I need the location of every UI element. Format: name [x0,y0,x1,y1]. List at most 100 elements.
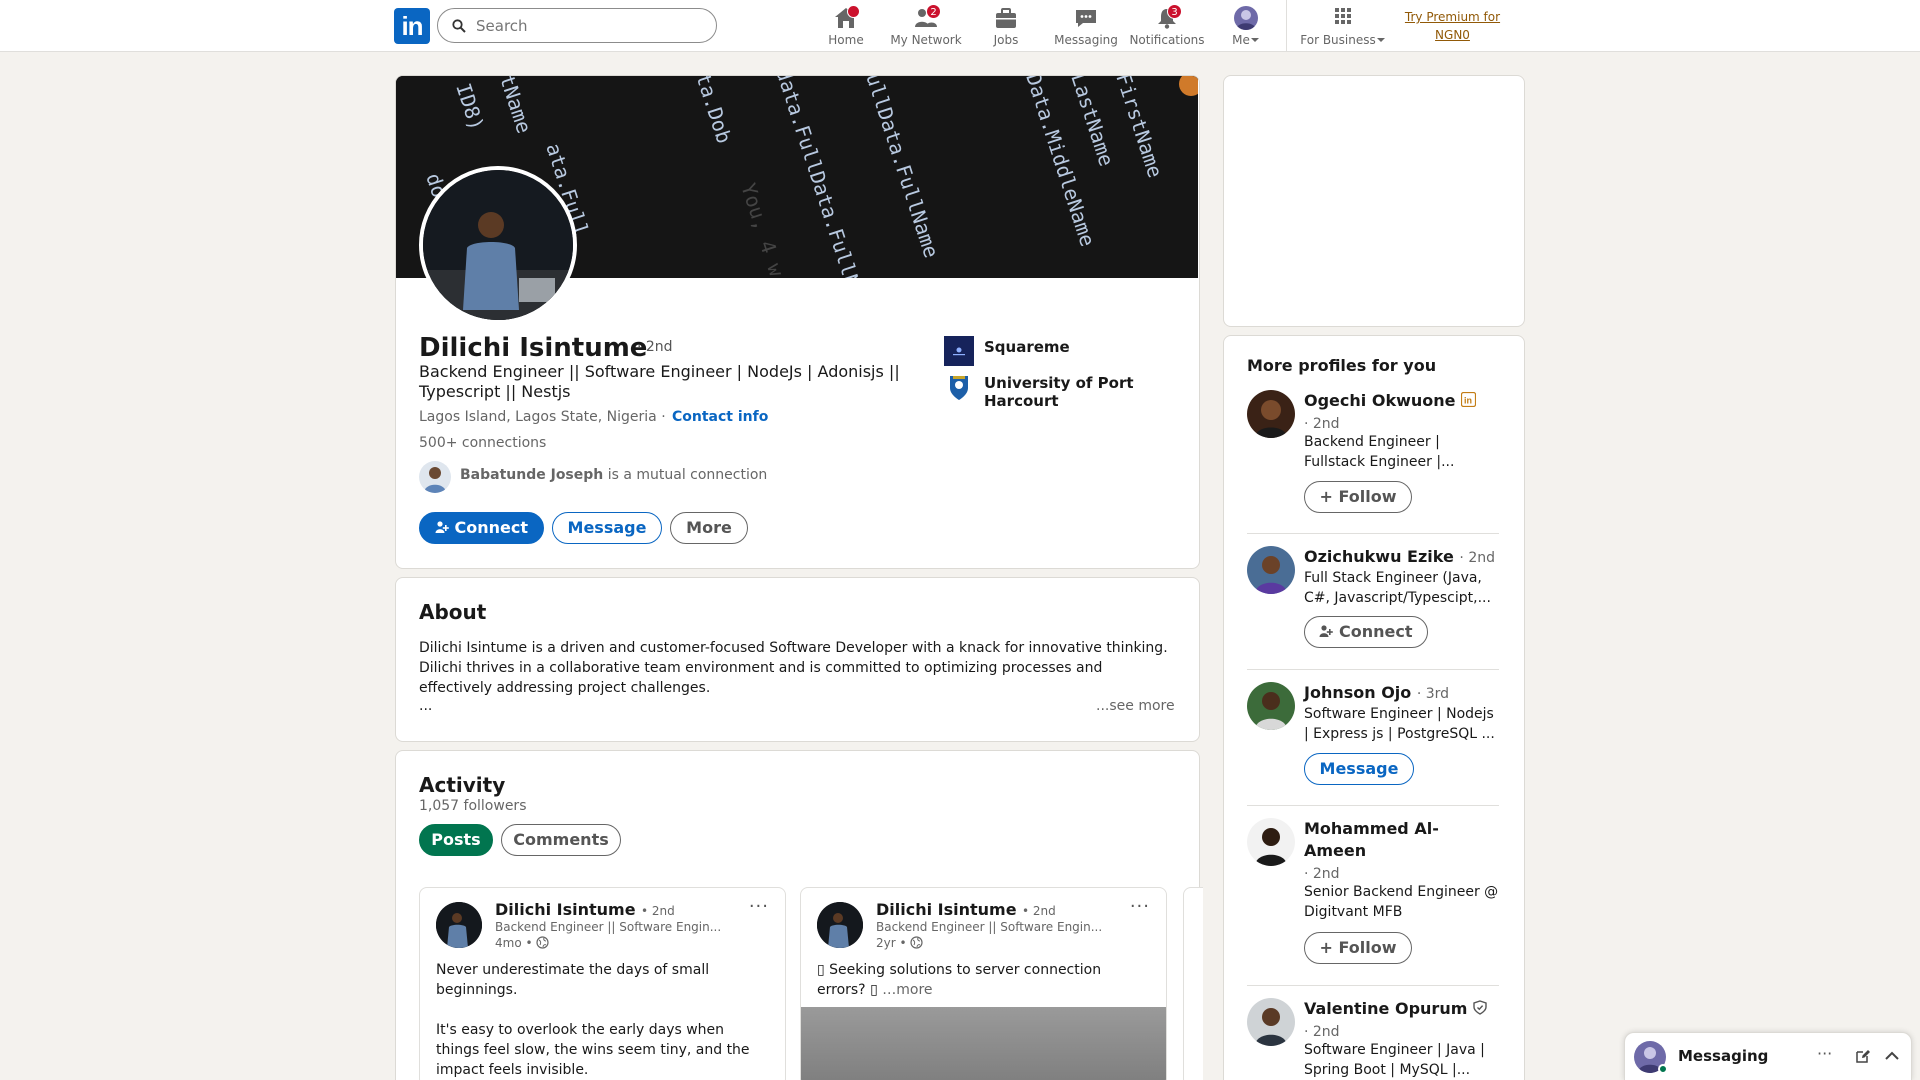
nav-for-business[interactable]: For Business [1298,4,1388,50]
svg-text:in: in [1464,396,1472,406]
profile-divider [1247,669,1499,670]
post-time-text: 4mo • [495,936,533,950]
nav-messaging[interactable]: Messaging [1052,4,1120,50]
suggested-profile-avatar[interactable] [1247,546,1295,594]
contact-info-link[interactable]: Contact info [672,409,768,425]
suggested-profile-degree: · 2nd [1459,550,1495,566]
message-suggestion-button[interactable]: Message [1304,753,1414,785]
nav-jobs[interactable]: Jobs [986,4,1026,50]
connect-suggestion-label: Connect [1339,622,1413,641]
more-button[interactable]: More [670,512,748,544]
post-text: ▯ Seeking solutions to server connection… [817,960,1117,1000]
global-nav: in Home 2 My Network Jobs Messaging 3 [0,0,1920,52]
post-author-name[interactable]: Dilichi Isintume [876,900,1017,919]
post-author-avatar[interactable] [436,902,482,948]
tab-comments[interactable]: Comments [501,824,621,856]
post-text-paragraph: It's easy to overlook the early days whe… [436,1022,750,1078]
nav-home-label: Home [828,33,864,47]
suggested-profile-name[interactable]: Ozichukwu Ezike [1304,547,1454,566]
company-name: Squareme [984,338,1070,356]
post-author-headline: Backend Engineer || Software Engin... [876,920,1103,934]
nav-my-network[interactable]: 2 My Network [889,4,963,50]
suggested-profile-headline: Backend Engineer | Fullstack Engineer |.… [1304,434,1455,470]
suggested-profile-avatar[interactable] [1247,390,1295,438]
post-text-paragraph: Never underestimate the days of small be… [436,962,710,998]
profile-photo[interactable] [419,166,577,324]
mutual-connection-name[interactable]: Babatunde Joseph [460,467,603,483]
post-author-avatar[interactable] [817,902,863,948]
post-author-headline: Backend Engineer || Software Engin... [495,920,722,934]
suggested-profile-name[interactable]: Ogechi Okwuone [1304,391,1455,410]
suggested-profile-degree: · 2nd [1304,866,1340,882]
nav-me[interactable]: Me [1228,4,1264,50]
nav-home[interactable]: Home [826,4,866,50]
add-person-icon [1319,625,1334,637]
for-business-label: For Business [1300,33,1376,47]
messaging-options-icon[interactable]: ··· [1817,1044,1832,1063]
briefcase-icon [996,8,1016,28]
see-more-link[interactable]: ...see more [1096,698,1175,714]
chevron-up-icon[interactable] [1884,1050,1900,1062]
more-profiles-title: More profiles for you [1247,356,1437,375]
about-text: Dilichi Isintume is a driven and custome… [419,640,1168,696]
search-input[interactable] [476,9,706,42]
globe-icon [910,936,923,949]
followers-count: 1,057 followers [419,798,527,814]
profile-divider [1247,533,1499,534]
caret-down-icon [1250,38,1259,42]
suggested-profile-headline: Software Engineer | Nodejs | Express js … [1304,706,1495,742]
nav-me-label: Me [1232,33,1250,47]
post-text: Never underestimate the days of small be… [436,960,771,1080]
mutual-connection-text[interactable]: Babatunde Joseph is a mutual connection [460,467,767,483]
post-card-partial [1183,887,1203,1080]
nav-my-network-label: My Network [890,33,962,47]
post-more-link[interactable]: …more [882,982,932,998]
nav-messaging-label: Messaging [1054,33,1118,47]
message-button[interactable]: Message [552,512,662,544]
post-author-name[interactable]: Dilichi Isintume [495,900,636,919]
suggested-profile-name[interactable]: Valentine Opurum [1304,999,1467,1018]
connections-count[interactable]: 500+ connections [419,435,546,451]
profile-location: Lagos Island, Lagos State, Nigeria · [419,409,666,425]
compose-icon[interactable] [1855,1048,1871,1064]
post-card[interactable]: Dilichi Isintume • 2nd Backend Engineer … [800,887,1167,1080]
suggested-profile-headline: Software Engineer | Java | Spring Boot |… [1304,1042,1485,1078]
suggested-profile-avatar[interactable] [1247,998,1295,1046]
search-box[interactable] [437,8,717,43]
mutual-connection-avatar[interactable] [419,461,451,493]
search-icon [452,19,466,33]
nav-notifications[interactable]: 3 Notifications [1128,4,1206,50]
follow-button[interactable]: + Follow [1304,932,1412,964]
messaging-overlay[interactable]: Messaging ··· [1624,1032,1912,1080]
add-person-icon [435,521,449,533]
connect-button[interactable]: Connect [419,512,544,544]
post-image[interactable] [801,1007,1166,1080]
activity-title: Activity [419,773,506,797]
connect-suggestion-button[interactable]: Connect [1304,616,1428,648]
school-logo [944,372,974,402]
post-options-button[interactable]: ··· [1130,896,1150,917]
verified-shield-icon [1473,1000,1487,1015]
suggested-profile-avatar[interactable] [1247,682,1295,730]
tab-posts[interactable]: Posts [419,824,493,856]
company-logo [944,336,974,366]
nav-jobs-label: Jobs [993,33,1019,47]
chat-icon [1076,10,1096,27]
post-timestamp: 2yr • [876,936,923,950]
follow-button[interactable]: + Follow [1304,481,1412,513]
suggested-profile-name[interactable]: Johnson Ojo [1304,683,1411,702]
suggested-profile-name[interactable]: Mohammed Al-Ameen [1304,819,1439,860]
post-author-degree: • 2nd [641,904,675,918]
online-status-dot [1658,1064,1668,1074]
try-premium-link[interactable]: Try Premium for NGN0 [1400,8,1505,44]
linkedin-logo[interactable]: in [394,8,430,44]
suggested-profile-degree: · 2nd [1304,1024,1340,1040]
profile-divider [1247,805,1499,806]
about-ellipsis: ... [419,698,433,714]
post-card[interactable]: Dilichi Isintume • 2nd Backend Engineer … [419,887,786,1080]
suggested-profile-avatar[interactable] [1247,818,1295,866]
messaging-label: Messaging [1678,1047,1769,1065]
about-title: About [419,600,487,624]
post-options-button[interactable]: ··· [749,896,769,917]
profile-name: Dilichi Isintume [419,333,648,363]
